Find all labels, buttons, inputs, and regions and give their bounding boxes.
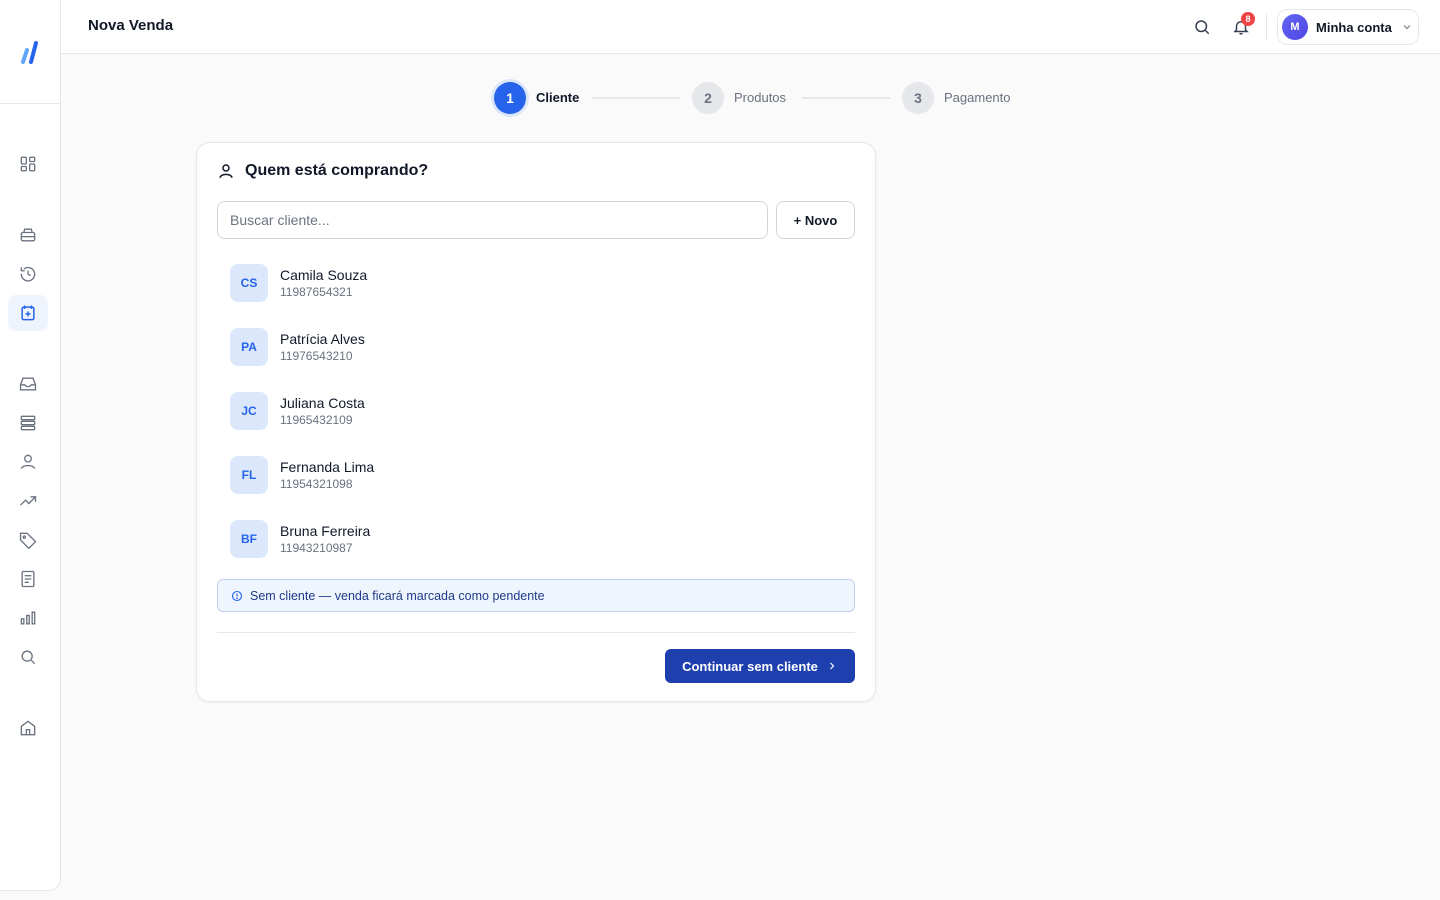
client-phone: 11987654321 [280, 285, 353, 299]
new-sale-icon [21, 305, 35, 321]
info-icon [231, 590, 243, 601]
client-initials: PA [230, 328, 268, 366]
step-connector [802, 97, 890, 99]
logo-icon [21, 40, 38, 64]
client-phone: 11943210987 [280, 541, 353, 555]
sidebar-item-dashboard[interactable] [8, 146, 48, 182]
step-1-circle[interactable]: 1 [494, 82, 526, 114]
client-initials: FL [230, 456, 268, 494]
card-title-text: Quem está comprando? [245, 162, 429, 179]
header-divider [1266, 14, 1267, 40]
avatar: M [1282, 14, 1308, 40]
list-item[interactable]: BF Bruna Ferreira 11943210987 [217, 511, 855, 567]
account-label: Minha conta [1316, 19, 1392, 35]
sidebar-item-history[interactable] [8, 256, 48, 292]
client-name: Camila Souza [280, 267, 368, 283]
step-3-label: Pagamento [944, 90, 1011, 105]
client-name: Bruna Ferreira [280, 523, 371, 539]
header-search-button[interactable] [1191, 16, 1213, 38]
sidebar [0, 0, 61, 891]
trend-icon [20, 496, 37, 506]
chevron-down-icon [1401, 21, 1413, 33]
sidebar-item-new-sale[interactable] [8, 295, 48, 331]
history-icon [20, 266, 36, 282]
bar-chart-icon [20, 611, 36, 625]
no-customer-alert: Sem cliente — venda ficará marcada como … [217, 579, 855, 612]
sidebar-item-reports[interactable] [8, 600, 48, 636]
continue-button-label: Continuar sem cliente [682, 658, 818, 674]
client-phone: 11954321098 [280, 477, 353, 491]
app-logo[interactable] [0, 0, 60, 104]
client-name: Juliana Costa [280, 395, 365, 411]
step-2-label: Produtos [734, 90, 787, 105]
client-phone: 11965432109 [280, 413, 353, 427]
chevron-right-icon [829, 662, 835, 670]
client-phone: 11976543210 [280, 349, 353, 363]
customer-card: Quem está comprando? + Novo CS Camila So… [196, 142, 876, 702]
search-icon [21, 650, 36, 665]
client-name: Patrícia Alves [280, 331, 365, 347]
home-icon [20, 720, 36, 736]
register-icon [20, 228, 36, 242]
card-divider [217, 632, 855, 633]
inbox-icon [19, 377, 37, 391]
sidebar-item-home[interactable] [8, 710, 48, 746]
user-icon [20, 454, 36, 469]
notification-badge: 8 [1241, 12, 1255, 26]
sidebar-item-trends[interactable] [8, 483, 48, 519]
list-item[interactable]: JC Juliana Costa 11965432109 [217, 383, 855, 439]
sidebar-item-tags[interactable] [8, 522, 48, 558]
client-initials: CS [230, 264, 268, 302]
list-item[interactable]: FL Fernanda Lima 11954321098 [217, 447, 855, 503]
stack-icon [20, 415, 36, 431]
client-initials: JC [230, 392, 268, 430]
document-icon [21, 570, 35, 588]
page-title: Nova Venda [88, 17, 174, 34]
sidebar-item-documents[interactable] [8, 561, 48, 597]
card-title: Quem está comprando? [217, 162, 428, 180]
tag-icon [19, 532, 37, 550]
continue-without-customer-button[interactable]: Continuar sem cliente [665, 649, 855, 683]
sidebar-item-register[interactable] [8, 217, 48, 253]
step-connector [592, 97, 680, 99]
sidebar-item-search[interactable] [8, 639, 48, 675]
customer-search-input[interactable] [217, 201, 768, 239]
sidebar-item-inbox[interactable] [8, 366, 48, 402]
top-header: Nova Venda 8 M Minha conta [61, 0, 1440, 54]
list-item[interactable]: PA Patrícia Alves 11976543210 [217, 319, 855, 375]
dashboard-icon [20, 156, 36, 172]
list-item[interactable]: CS Camila Souza 11987654321 [217, 255, 855, 311]
alert-text: Sem cliente — venda ficará marcada como … [250, 588, 545, 603]
new-customer-button[interactable]: + Novo [776, 201, 855, 239]
account-menu-button[interactable]: M Minha conta [1277, 9, 1419, 45]
user-icon [219, 164, 233, 179]
search-icon [1195, 20, 1210, 35]
client-name: Fernanda Lima [280, 459, 375, 475]
step-1-label: Cliente [536, 90, 580, 105]
sidebar-item-stack[interactable] [8, 405, 48, 441]
step-3-circle[interactable]: 3 [902, 82, 934, 114]
sidebar-item-customers[interactable] [8, 444, 48, 480]
client-initials: BF [230, 520, 268, 558]
step-2-circle[interactable]: 2 [692, 82, 724, 114]
